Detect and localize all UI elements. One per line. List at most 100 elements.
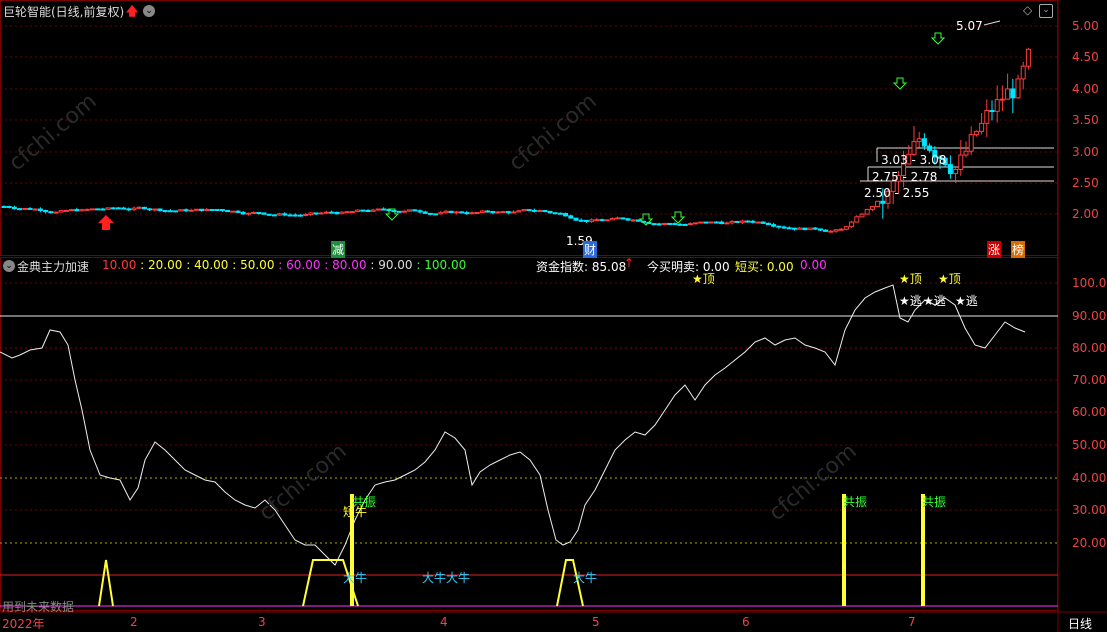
candle-body (656, 223, 662, 226)
signal-bar-3 (921, 494, 925, 606)
candle-body (464, 212, 470, 215)
candle-body (58, 210, 64, 213)
candle-body (781, 226, 787, 229)
candle-body (1010, 88, 1016, 99)
candle-body (999, 98, 1005, 101)
ranking-badge[interactable]: 榜 (1011, 241, 1026, 258)
value-tick: 90.00 (1072, 309, 1107, 323)
candle-body (864, 208, 870, 215)
candle-body (875, 200, 881, 207)
candle-body (927, 145, 933, 151)
candle-body (287, 214, 293, 217)
escape-signal: ★逃 (923, 294, 946, 308)
candle-body (110, 207, 116, 210)
resonance-label: 共振 (843, 495, 868, 509)
candle-body (838, 228, 844, 231)
candle-body (32, 208, 38, 211)
candle-body (53, 211, 59, 214)
chevron-down-icon[interactable]: ⌄ (3, 260, 15, 272)
candle-body (625, 218, 631, 221)
price-tick: 3.00 (1072, 145, 1099, 159)
candle-body (422, 211, 428, 214)
value-tick: 60.00 (1072, 405, 1107, 419)
short-bull-label: 短牛 (343, 505, 368, 519)
time-tick: 2 (130, 615, 138, 629)
candle-body (490, 211, 496, 214)
candle-body (547, 210, 553, 214)
indicator-name[interactable]: 金典主力加速 (17, 258, 89, 275)
candle-body (589, 219, 595, 222)
candle-body (193, 208, 199, 211)
candlestick-series (1, 47, 1031, 233)
candle-body (703, 221, 709, 224)
limit-up-badge[interactable]: 涨 (987, 241, 1002, 258)
candle-body (141, 206, 147, 210)
candle-body (760, 221, 766, 224)
candle-body (994, 99, 1000, 112)
chevron-down-icon[interactable]: ⌄ (143, 5, 155, 17)
candle-body (511, 211, 517, 214)
escape-signal: ★逃 (899, 294, 922, 308)
candle-body (854, 216, 860, 223)
candle-body (771, 224, 777, 227)
big-bull-label: 大牛 (573, 571, 598, 585)
big-bull-label: 大牛 (343, 571, 368, 585)
candle-body (219, 209, 225, 212)
candle-body (500, 211, 506, 214)
collapse-icon[interactable]: ⌄ (1039, 4, 1053, 18)
value-tick: 30.00 (1072, 503, 1107, 517)
time-tick: 2022年 (2, 617, 45, 631)
candle-body (817, 228, 823, 231)
candle-body (807, 227, 813, 231)
candle-body (240, 211, 246, 215)
candle-body (157, 208, 163, 212)
candle-body (277, 213, 283, 216)
candle-body (412, 209, 418, 212)
candle-body (516, 210, 522, 213)
period-selector[interactable]: 日线 (1068, 615, 1092, 632)
level-value: : 50.00 (228, 258, 275, 272)
price-tick: 2.50 (1072, 176, 1099, 190)
candle-body (823, 229, 829, 232)
candle-body (734, 220, 740, 223)
candle-body (594, 219, 600, 222)
candle-body (173, 210, 179, 213)
candle-body (375, 208, 381, 211)
diamond-icon[interactable]: ◇ (1023, 3, 1032, 17)
candle-body (396, 210, 402, 213)
down-arrow-icon (892, 77, 908, 90)
candle-body (521, 209, 527, 212)
stock-title[interactable]: 巨轮智能(日线,前复权) (3, 3, 124, 20)
candle-body (95, 208, 101, 211)
candle-body (318, 212, 324, 215)
candle-body (984, 110, 990, 124)
candle-body (370, 209, 376, 212)
candle-body (121, 207, 127, 210)
candle-body (953, 168, 959, 175)
candle-body (266, 213, 272, 216)
candle-body (443, 210, 449, 214)
candle-body (469, 212, 475, 215)
candle-body (1025, 48, 1031, 67)
candle-body (381, 208, 387, 211)
candle-body (323, 211, 329, 214)
reduce-badge[interactable]: 减 (331, 241, 346, 258)
value-tick: 20.00 (1072, 536, 1107, 550)
level-value: : 90.00 (366, 258, 413, 272)
candle-body (147, 208, 153, 211)
up-arrow-icon: 🡅 (126, 4, 139, 18)
candle-body (568, 215, 574, 219)
candle-body (963, 150, 969, 156)
candle-body (235, 210, 241, 213)
candle-body (563, 213, 569, 217)
candle-body (308, 212, 314, 215)
candle-body (693, 222, 699, 225)
candle-body (251, 212, 257, 215)
candle-body (724, 222, 730, 225)
candle-body (797, 227, 803, 230)
candle-body (204, 209, 210, 212)
candle-body (833, 229, 839, 232)
candle-body (74, 209, 80, 212)
finance-badge[interactable]: 财 (583, 241, 598, 258)
price-tick: 4.00 (1072, 82, 1099, 96)
